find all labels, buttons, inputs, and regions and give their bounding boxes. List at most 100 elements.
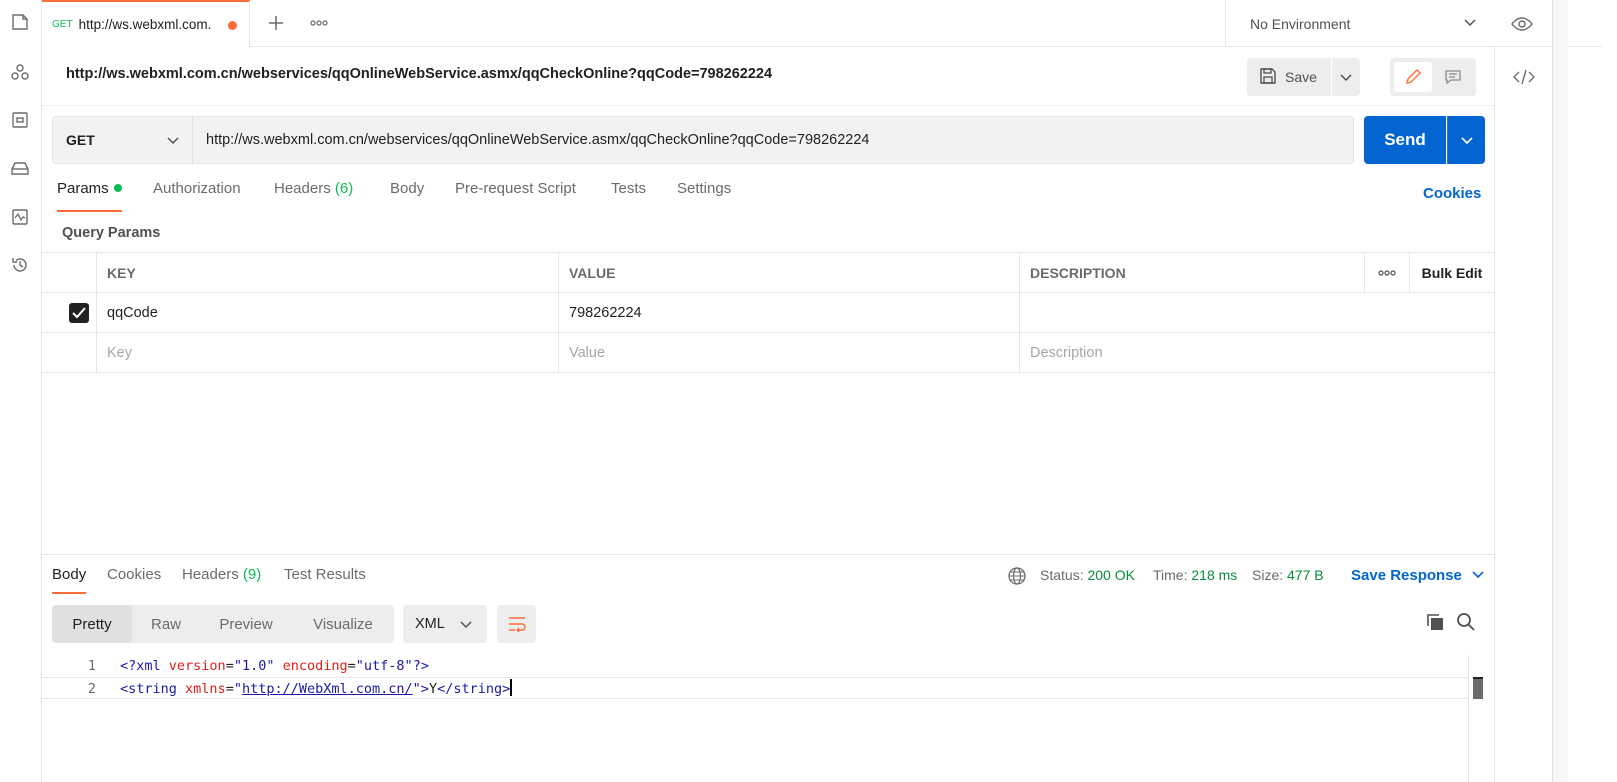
view-mode-segment: Pretty Raw Preview Visualize — [52, 605, 394, 643]
tab-headers[interactable]: Headers (6) — [274, 180, 353, 212]
chevron-down-icon — [1340, 74, 1352, 82]
collections-icon[interactable] — [9, 11, 31, 33]
params-table: KEY VALUE DESCRIPTION Bulk Edit qqCode 7… — [42, 252, 1494, 373]
description-placeholder-input[interactable]: Description — [1019, 333, 1364, 372]
tab-tests[interactable]: Tests — [611, 180, 646, 212]
cookies-link[interactable]: Cookies — [1423, 185, 1481, 202]
param-key-input[interactable]: qqCode — [96, 293, 558, 332]
tab-prerequest-script[interactable]: Pre-request Script — [455, 180, 576, 212]
column-value: VALUE — [558, 253, 1019, 292]
save-button[interactable]: Save — [1247, 58, 1331, 96]
tab-params[interactable]: Params — [57, 180, 122, 212]
param-description-input[interactable] — [1019, 293, 1364, 332]
edit-icon[interactable] — [1394, 62, 1432, 92]
row-checkbox[interactable] — [69, 302, 89, 323]
tab-params-label: Params — [57, 180, 109, 197]
request-title[interactable]: http://ws.webxml.com.cn/webservices/qqOn… — [66, 66, 772, 82]
tab-body[interactable]: Body — [390, 180, 424, 212]
right-sidebar — [1494, 47, 1552, 782]
status-label: Status: — [1040, 567, 1084, 583]
code-icon[interactable] — [1512, 65, 1536, 89]
history-icon[interactable] — [9, 254, 31, 276]
environment-select[interactable]: No Environment — [1225, 0, 1495, 47]
environments-icon[interactable] — [9, 109, 31, 131]
copy-icon[interactable] — [1425, 612, 1447, 634]
tab-bar: GET http://ws.webxml.com. No Environment — [42, 0, 1602, 47]
query-params-title: Query Params — [62, 225, 161, 241]
code-line-current: 2 <string xmlns="http://WebXml.com.cn/">… — [42, 677, 1468, 699]
wrap-icon[interactable] — [497, 605, 536, 643]
tab-title: http://ws.webxml.com. — [78, 17, 212, 32]
bulk-edit-button[interactable]: Bulk Edit — [1409, 253, 1494, 292]
save-icon — [1259, 67, 1277, 88]
chevron-down-icon — [166, 133, 180, 150]
left-rail — [0, 0, 42, 782]
globe-icon[interactable] — [1007, 566, 1027, 586]
view-preview-button[interactable]: Preview — [200, 605, 292, 643]
method-select[interactable]: GET — [53, 117, 193, 163]
format-label: XML — [415, 616, 445, 632]
table-row-empty: Key Value Description — [42, 333, 1494, 373]
tab-settings[interactable]: Settings — [677, 180, 731, 212]
plus-icon[interactable] — [264, 11, 288, 35]
url-input[interactable]: http://ws.webxml.com.cn/webservices/qqOn… — [206, 117, 1306, 163]
time-info[interactable]: Time: 218 ms — [1153, 567, 1237, 583]
tab-authorization[interactable]: Authorization — [153, 180, 241, 212]
response-headers-count: (9) — [242, 566, 262, 583]
send-button[interactable]: Send — [1364, 116, 1446, 164]
eye-icon[interactable] — [1510, 12, 1534, 36]
params-active-dot — [113, 184, 122, 192]
code-line: 1 <?xml version="1.0" encoding="utf-8"?> — [42, 655, 1468, 677]
size-info[interactable]: Size: 477 B — [1252, 567, 1324, 583]
save-response-button[interactable]: Save Response — [1351, 567, 1484, 584]
param-value-input[interactable]: 798262224 — [558, 293, 1019, 332]
response-divider[interactable] — [42, 554, 1494, 555]
unsaved-dot — [228, 21, 237, 30]
mock-servers-icon[interactable] — [9, 157, 31, 179]
send-options-button[interactable] — [1447, 116, 1485, 164]
method-label: GET — [66, 132, 95, 148]
xmlns-link[interactable]: http://WebXml.com.cn/ — [242, 681, 413, 697]
header-checkbox-cell — [42, 253, 96, 292]
save-response-label: Save Response — [1351, 567, 1462, 584]
url-bar: GET http://ws.webxml.com.cn/webservices/… — [52, 116, 1354, 164]
apis-icon[interactable] — [9, 61, 31, 83]
headers-count: (6) — [334, 180, 354, 197]
time-value: 218 ms — [1191, 567, 1238, 583]
comment-icon[interactable] — [1434, 62, 1472, 92]
row-checkbox-cell — [42, 293, 96, 332]
mode-toggle — [1390, 58, 1476, 96]
more-icon[interactable] — [307, 11, 331, 35]
format-select[interactable]: XML — [403, 605, 487, 643]
request-tab[interactable]: GET http://ws.webxml.com. — [42, 0, 250, 47]
response-tab-headers[interactable]: Headers (9) — [182, 566, 261, 594]
key-placeholder-input[interactable]: Key — [96, 333, 558, 372]
window-scrollbar[interactable] — [1552, 0, 1568, 782]
view-visualize-button[interactable]: Visualize — [292, 605, 394, 643]
more-icon[interactable] — [1364, 253, 1409, 292]
response-body-editor[interactable]: 1 <?xml version="1.0" encoding="utf-8"?>… — [42, 655, 1494, 782]
search-icon[interactable] — [1456, 612, 1478, 634]
view-raw-button[interactable]: Raw — [132, 605, 200, 643]
column-key: KEY — [96, 253, 558, 292]
view-pretty-button[interactable]: Pretty — [52, 605, 132, 643]
chevron-down-icon — [1472, 571, 1484, 579]
chevron-down-icon — [459, 617, 473, 635]
response-tab-cookies[interactable]: Cookies — [107, 566, 161, 594]
value-placeholder-input[interactable]: Value — [558, 333, 1019, 372]
editor-scrollbar[interactable] — [1468, 655, 1485, 782]
scrollbar-thumb[interactable] — [1473, 677, 1483, 699]
response-headers-label: Headers — [182, 566, 239, 583]
divider — [42, 105, 1494, 106]
table-row: qqCode 798262224 — [42, 293, 1494, 333]
save-options-button[interactable] — [1332, 58, 1360, 96]
empty-checkbox-cell — [42, 333, 96, 372]
size-value: 477 B — [1287, 567, 1324, 583]
response-tab-test-results[interactable]: Test Results — [284, 566, 366, 594]
time-label: Time: — [1153, 567, 1188, 583]
tab-method: GET — [52, 19, 73, 30]
table-header-row: KEY VALUE DESCRIPTION Bulk Edit — [42, 252, 1494, 293]
response-tab-body[interactable]: Body — [52, 566, 87, 594]
status-info[interactable]: Status: 200 OK — [1040, 567, 1135, 583]
monitors-icon[interactable] — [9, 206, 31, 228]
